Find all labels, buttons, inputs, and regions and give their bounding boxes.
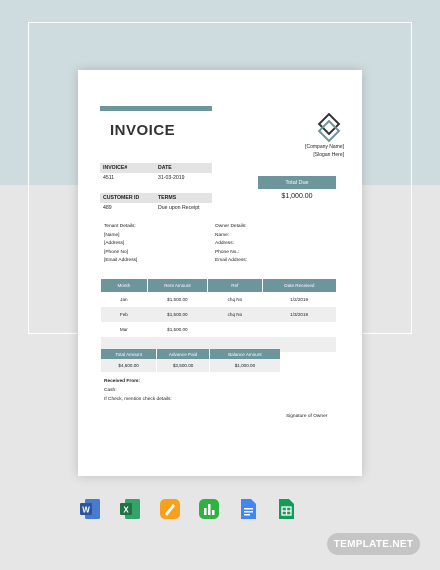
customer-id-label: CUSTOMER ID: [103, 195, 140, 201]
invoice-date: 31-03-2019: [158, 175, 185, 181]
numbers-icon[interactable]: [197, 497, 221, 521]
cell-ref: chq No: [207, 307, 263, 322]
invoice-document: INVOICE [Company Name] [Slogan Here] INV…: [78, 70, 362, 476]
tenant-name: [Name]: [104, 232, 120, 238]
owner-details: Owner Details: Name: Address: Phone No.:…: [215, 223, 247, 266]
brand-badge[interactable]: TEMPLATE.NET: [327, 533, 420, 555]
tenant-address: [Address]: [104, 241, 125, 246]
customer-id: 489: [103, 205, 112, 211]
cell-rent-amount: $1,500.00: [167, 297, 188, 302]
cell-date-received: 1/2/2019: [290, 297, 309, 302]
terms-label: TERMS: [158, 195, 177, 201]
svg-text:W: W: [82, 506, 90, 515]
received-from-section: Received From: Cash: If Check, mention c…: [104, 377, 172, 404]
total-amount-value: $4,500.00: [99, 359, 157, 372]
owner-phone: Phone No.:: [215, 249, 240, 255]
word-icon[interactable]: W: [78, 497, 102, 521]
invoice-number-label: INVOICE#: [103, 165, 128, 171]
header-accent-bar: [100, 106, 212, 111]
customer-header-row: CUSTOMER ID TERMS: [100, 193, 212, 203]
rent-table: Month Rent Amount Ref Date Received Jan …: [100, 279, 336, 352]
column-header-date-received: Date Received: [261, 279, 336, 292]
google-docs-icon[interactable]: [236, 497, 260, 521]
tenant-email: [Email Address]: [104, 258, 138, 263]
total-due-label: Total Due: [258, 176, 336, 189]
cell-date-received: [262, 322, 336, 337]
invoice-info-table: INVOICE# DATE 4511 31-03-2019: [100, 163, 212, 183]
cell-ref: chq No: [227, 297, 243, 302]
total-due-value: $1,000.00: [281, 193, 313, 200]
table-row: Feb $1,500.00 chq No 1/3/2019: [100, 307, 336, 322]
terms-value: Due upon Receipt: [158, 205, 200, 211]
cell-date-received: 1/3/2019: [262, 307, 336, 322]
cell-rent-amount: $1,500.00: [147, 307, 208, 322]
company-block: [Company Name] [Slogan Here]: [305, 143, 344, 159]
totals-table: Total Amount Advance Paid Balance Amount…: [99, 349, 280, 372]
table-row: Jan $1,500.00 chq No 1/2/2019: [101, 292, 337, 307]
column-header-ref: Ref: [207, 279, 263, 292]
invoice-title: INVOICE: [110, 122, 176, 139]
totals-header-row: Total Amount Advance Paid Balance Amount: [99, 349, 280, 359]
cell-month: Feb: [100, 307, 148, 322]
owner-email: Email Address:: [215, 258, 247, 263]
customer-value-row: 489 Due upon Receipt: [100, 203, 212, 213]
cell-ref: [208, 322, 263, 337]
balance-amount-value: $1,000.00: [208, 359, 280, 372]
owner-name: Name:: [215, 232, 230, 238]
balance-amount-label: Balance Amount: [208, 349, 280, 359]
total-amount-label: Total Amount: [99, 349, 157, 359]
customer-info-table: CUSTOMER ID TERMS 489 Due upon Receipt: [100, 193, 212, 213]
excel-icon[interactable]: X: [118, 497, 142, 521]
owner-address: Address:: [215, 241, 234, 246]
advance-paid-label: Advance Paid: [156, 349, 210, 359]
cell-rent-amount: $1,500.00: [167, 327, 188, 332]
tenant-details: Tenant Details: [Name] [Address] [Phone …: [104, 223, 137, 266]
pages-icon[interactable]: [158, 497, 182, 521]
owner-heading: Owner Details:: [215, 224, 247, 229]
rent-table-header: Month Rent Amount Ref Date Received: [100, 279, 336, 292]
column-header-month: Month: [100, 279, 148, 292]
totals-value-row: $4,500.00 $3,500.00 $1,000.00: [99, 359, 280, 372]
table-row: Mar $1,500.00: [101, 322, 337, 337]
cell-month: Jan: [120, 297, 128, 302]
tenant-heading: Tenant Details:: [104, 224, 136, 229]
tenant-phone: [Phone No]: [104, 249, 129, 255]
advance-paid-value: $3,500.00: [156, 359, 210, 372]
svg-text:X: X: [123, 506, 129, 515]
google-sheets-icon[interactable]: [274, 497, 298, 521]
company-name: [Company Name]: [305, 144, 344, 150]
cash-line: Cash:: [104, 388, 117, 393]
cell-month: Mar: [119, 327, 128, 332]
info-header-row: INVOICE# DATE: [100, 163, 212, 173]
company-slogan: [Slogan Here]: [313, 152, 344, 158]
column-header-rent-amount: Rent Amount: [146, 279, 208, 292]
date-label: DATE: [158, 165, 172, 171]
signature-label: Signature of Owner: [286, 414, 328, 419]
invoice-number: 4511: [103, 175, 115, 181]
info-value-row: 4511 31-03-2019: [100, 173, 212, 183]
received-from-heading: Received From:: [104, 379, 140, 384]
check-line: If Check, mention check details:: [104, 397, 172, 402]
company-logo-icon: [317, 113, 341, 143]
